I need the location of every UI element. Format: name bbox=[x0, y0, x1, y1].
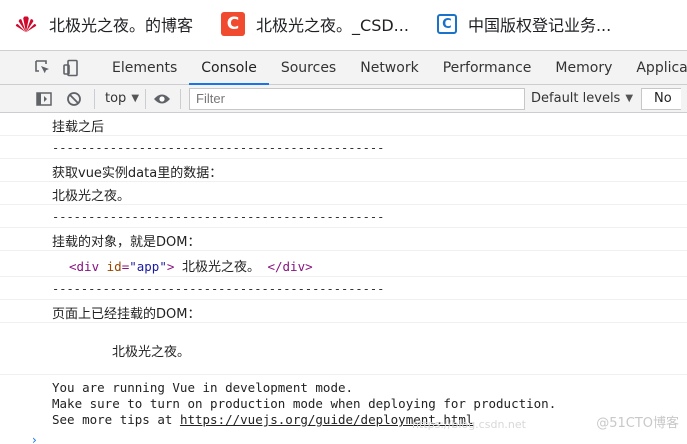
caret-down-icon: ▼ bbox=[131, 93, 140, 104]
filter-placeholder: Filter bbox=[196, 91, 225, 106]
dom-attr-name: id bbox=[106, 259, 122, 274]
tab-sources[interactable]: Sources bbox=[269, 51, 348, 85]
tab-console[interactable]: Console bbox=[189, 50, 269, 85]
bookmark-label: 北极光之夜。的博客 bbox=[49, 16, 194, 35]
tab-application[interactable]: Application bbox=[624, 51, 687, 85]
dom-attr-value: "app" bbox=[129, 259, 167, 274]
filter-input[interactable]: Filter bbox=[189, 87, 526, 110]
bookmark-copyright[interactable]: C 中国版权登记业务... bbox=[423, 0, 611, 48]
console-message: 挂载的对象，就是DOM： bbox=[0, 228, 687, 251]
csdn-icon: C bbox=[221, 12, 246, 36]
watermark-url: https://blog.csdn.net bbox=[412, 418, 526, 431]
divider bbox=[94, 88, 95, 109]
tips-prefix: See more tips at bbox=[52, 412, 180, 427]
bookmarks-bar: 北极光之夜。的博客 C 北极光之夜。_CSD... C 中国版权登记业务... bbox=[0, 0, 687, 48]
divider bbox=[145, 88, 147, 109]
tab-elements[interactable]: Elements bbox=[100, 51, 189, 85]
console-message: 获取vue实例data里的数据： bbox=[0, 159, 687, 182]
console-message: ----------------------------------------… bbox=[0, 277, 687, 300]
eye-icon[interactable] bbox=[152, 89, 172, 109]
tab-performance[interactable]: Performance bbox=[431, 51, 544, 85]
console-toolbar: top ▼ Filter Default levels ▼ No bbox=[0, 85, 687, 113]
console-message: ----------------------------------------… bbox=[0, 205, 687, 228]
console-message: 挂载之后 bbox=[0, 113, 687, 136]
vue-dev-msg-2: Make sure to turn on production mode whe… bbox=[52, 396, 557, 411]
console-message-rendered: 北极光之夜。 bbox=[0, 323, 687, 375]
dom-tag-open: <div bbox=[69, 259, 100, 274]
dom-node[interactable]: <div id="app"> 北极光之夜。 </div> bbox=[69, 256, 313, 275]
console-output: 挂载之后 -----------------------------------… bbox=[0, 113, 687, 444]
vue-dev-msg-1: You are running Vue in development mode. bbox=[52, 380, 354, 395]
separator-line: ----------------------------------------… bbox=[52, 282, 385, 296]
console-message-dom[interactable]: <div id="app"> 北极光之夜。 </div> bbox=[0, 251, 687, 277]
bookmark-csdn[interactable]: C 北极光之夜。_CSD... bbox=[207, 0, 409, 48]
rendered-text: 北极光之夜。 bbox=[112, 345, 191, 360]
console-prompt-icon[interactable]: › bbox=[32, 433, 37, 444]
tab-memory[interactable]: Memory bbox=[543, 51, 624, 85]
copyright-icon: C bbox=[436, 14, 457, 34]
tab-network[interactable]: Network bbox=[348, 51, 430, 85]
dom-tag-close: </div> bbox=[267, 259, 313, 274]
watermark: @51CTO博客 bbox=[596, 416, 679, 431]
bookmark-label: 北极光之夜。_CSD... bbox=[256, 16, 409, 35]
log-text: 北极光之夜。 bbox=[52, 189, 131, 204]
separator-line: ----------------------------------------… bbox=[52, 210, 385, 224]
separator-line: ----------------------------------------… bbox=[52, 141, 385, 155]
context-value: top bbox=[105, 91, 127, 106]
log-text: 页面上已经挂载的DOM： bbox=[52, 307, 201, 322]
log-text: 获取vue实例data里的数据： bbox=[52, 166, 223, 181]
dom-text: 北极光之夜。 bbox=[181, 260, 260, 275]
levels-label: Default levels bbox=[531, 91, 621, 106]
vue-dev-msg-3: See more tips at https://vuejs.org/guide… bbox=[52, 412, 473, 427]
huawei-icon bbox=[14, 12, 38, 36]
issues-label: No bbox=[654, 91, 672, 106]
bookmark-huawei-blog[interactable]: 北极光之夜。的博客 bbox=[0, 0, 193, 48]
log-text: 挂载的对象，就是DOM： bbox=[52, 235, 201, 250]
console-message: 页面上已经挂载的DOM： bbox=[0, 300, 687, 323]
sidebar-toggle-icon[interactable] bbox=[34, 89, 54, 109]
divider bbox=[180, 88, 182, 109]
issues-button[interactable]: No bbox=[641, 87, 682, 110]
console-message-vue: You are running Vue in development mode.… bbox=[0, 375, 687, 433]
context-selector[interactable]: top ▼ bbox=[105, 91, 139, 106]
log-levels-dropdown[interactable]: Default levels ▼ bbox=[531, 91, 633, 106]
inspect-element-icon[interactable] bbox=[34, 58, 52, 78]
console-message: ----------------------------------------… bbox=[0, 136, 687, 159]
caret-down-icon: ▼ bbox=[625, 93, 634, 104]
clear-console-icon[interactable] bbox=[64, 89, 84, 109]
log-text: 挂载之后 bbox=[52, 120, 105, 135]
bookmark-label: 中国版权登记业务... bbox=[467, 16, 612, 35]
devtools-tabbar: Elements Console Sources Network Perform… bbox=[0, 50, 687, 85]
device-toolbar-icon[interactable] bbox=[62, 58, 80, 78]
console-message: 北极光之夜。 bbox=[0, 182, 687, 205]
